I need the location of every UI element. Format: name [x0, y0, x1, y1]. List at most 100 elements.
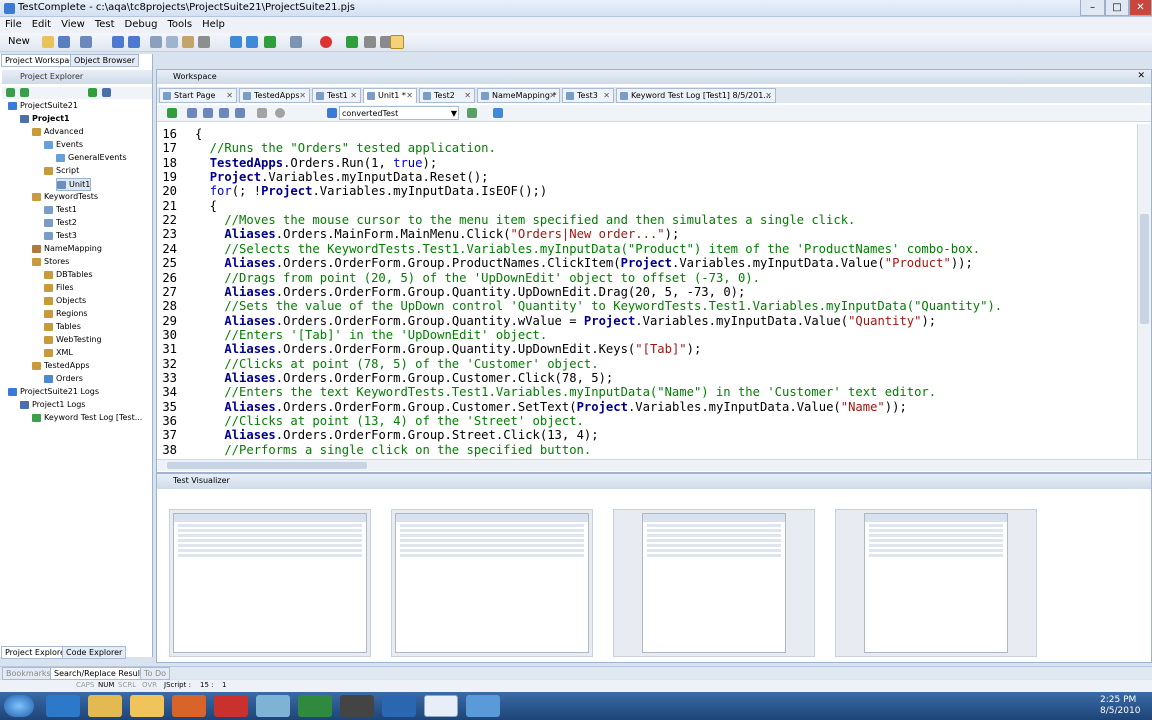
code-line[interactable]: //Runs the "Orders" tested application. — [195, 141, 496, 155]
run-test-icon[interactable] — [88, 88, 97, 97]
tab-bookmarks[interactable]: Bookmarks — [2, 667, 55, 680]
editor-tab[interactable]: Start Page ✕ — [159, 88, 237, 103]
code-editor[interactable]: 16 {17 //Runs the "Orders" tested applica… — [157, 124, 1135, 459]
copy-icon[interactable] — [166, 36, 178, 48]
testcomplete-icon[interactable] — [466, 695, 500, 717]
ie-icon[interactable] — [46, 695, 80, 717]
tree-node[interactable]: Advanced — [32, 126, 84, 137]
code-line[interactable]: //Clicks at point (78, 5) of the 'Custom… — [195, 357, 598, 371]
tab-code-explorer[interactable]: Code Explorer — [62, 646, 127, 659]
tree-node[interactable]: Tables — [44, 321, 81, 332]
tree-node[interactable]: DBTables — [44, 269, 93, 280]
tree-node[interactable]: Stores — [32, 256, 69, 267]
tree-node[interactable]: Test3 — [44, 230, 77, 241]
play-icon[interactable] — [346, 36, 358, 48]
tree-node[interactable]: NameMapping — [32, 243, 102, 254]
tree-node[interactable]: WebTesting — [44, 334, 102, 345]
chevron-down-icon[interactable]: ▼ — [451, 107, 457, 120]
close-icon[interactable]: ✕ — [299, 89, 306, 102]
tree-node[interactable]: Test2 — [44, 217, 77, 228]
editor-tab[interactable]: Test3 ✕ — [562, 88, 614, 103]
tree-node[interactable]: Regions — [44, 308, 88, 319]
media-icon[interactable] — [214, 695, 248, 717]
code-line[interactable]: //Performs a single click on the specifi… — [195, 443, 591, 457]
save-all-icon[interactable] — [80, 36, 92, 48]
open-icon[interactable] — [42, 36, 54, 48]
code-line[interactable]: { — [195, 127, 202, 141]
tree-node[interactable]: Project1 — [20, 113, 70, 124]
visualizer-icon[interactable] — [390, 35, 404, 49]
menu-item-tools[interactable]: Tools — [162, 18, 197, 31]
menu-item-help[interactable]: Help — [197, 18, 230, 31]
editor-tab[interactable]: Keyword Test Log [Test1] 8/5/201... ✕ — [616, 88, 776, 103]
editor-tab[interactable]: Test1 ✕ — [312, 88, 361, 103]
code-line[interactable]: Aliases.Orders.OrderForm.Group.ProductNa… — [195, 256, 972, 270]
hscroll-thumb[interactable] — [167, 462, 367, 469]
goto-routine-icon[interactable] — [493, 108, 503, 118]
code-line[interactable]: Aliases.Orders.MainForm.MainMenu.Click("… — [195, 227, 679, 241]
tab-to-do[interactable]: To Do — [140, 667, 171, 680]
horizontal-scrollbar[interactable] — [157, 459, 1151, 471]
window-icon[interactable] — [424, 695, 458, 717]
options-icon[interactable] — [290, 36, 302, 48]
menu-item-debug[interactable]: Debug — [120, 18, 163, 31]
visualizer-frame-3[interactable] — [613, 509, 815, 657]
code-line[interactable]: //Clicks at point (13, 4) of the 'Street… — [195, 414, 584, 428]
visualizer-frame-4[interactable] — [835, 509, 1037, 657]
menu-item-file[interactable]: File — [0, 18, 27, 31]
editor-tab[interactable]: TestedApps ✕ — [239, 88, 310, 103]
terminal-icon[interactable] — [340, 695, 374, 717]
breakpoint-icon[interactable] — [275, 108, 285, 118]
close-icon[interactable]: ✕ — [406, 89, 413, 103]
code-line[interactable]: Aliases.Orders.OrderForm.Group.Customer.… — [195, 371, 613, 385]
tree-node[interactable]: Project1 Logs — [20, 399, 85, 410]
tab-search-replace-results[interactable]: Search/Replace Results — [50, 667, 152, 680]
tree-node[interactable]: Script — [44, 165, 79, 176]
code-line[interactable]: Aliases.Orders.OrderForm.Group.Street.Cl… — [195, 428, 598, 442]
menu-item-test[interactable]: Test — [90, 18, 120, 31]
uncomment-icon[interactable] — [235, 108, 245, 118]
editor-tab[interactable]: Test2 ✕ — [419, 88, 475, 103]
outlook-icon[interactable] — [130, 695, 164, 717]
cut-icon[interactable] — [150, 36, 162, 48]
paste-icon[interactable] — [182, 36, 194, 48]
redo-icon[interactable] — [128, 36, 140, 48]
tree-node[interactable]: Events — [44, 139, 83, 150]
new-button[interactable]: New — [8, 36, 30, 47]
undo-icon[interactable] — [112, 36, 124, 48]
back-icon[interactable] — [6, 88, 15, 97]
find-icon[interactable] — [230, 36, 242, 48]
stop-test-icon[interactable] — [102, 88, 111, 97]
visualizer-frame-2[interactable] — [391, 509, 593, 657]
tree-node[interactable]: ProjectSuite21 Logs — [8, 386, 99, 397]
comment-icon[interactable] — [219, 108, 229, 118]
maximize-button[interactable]: □ — [1105, 0, 1129, 16]
routine-selector[interactable]: convertedTest ▼ — [339, 106, 459, 120]
editor-tab[interactable]: NameMapping * ✕ — [477, 88, 560, 103]
start-button[interactable] — [4, 695, 34, 717]
menu-item-view[interactable]: View — [56, 18, 90, 31]
editor-tab[interactable]: Unit1 * ✕ — [363, 88, 417, 103]
code-line[interactable]: { — [195, 199, 217, 213]
close-icon[interactable]: ✕ — [226, 89, 233, 102]
vertical-scrollbar[interactable] — [1137, 124, 1151, 459]
code-line[interactable]: TestedApps.Orders.Run(1, true); — [195, 156, 437, 170]
tree-node[interactable]: Unit1 — [56, 178, 92, 191]
code-line[interactable]: //Moves the mouse cursor to the menu ite… — [195, 213, 855, 227]
tree-node[interactable]: TestedApps — [32, 360, 90, 371]
tree-node[interactable]: Keyword Test Log [Test... — [32, 412, 142, 423]
code-line[interactable]: //Selects the KeywordTests.Test1.Variabl… — [195, 242, 980, 256]
tree-node[interactable]: ProjectSuite21 — [8, 100, 78, 111]
tree-node[interactable]: KeywordTests — [32, 191, 98, 202]
code-line[interactable]: for(; !Project.Variables.myInputData.IsE… — [195, 184, 548, 198]
close-icon[interactable]: ✕ — [464, 89, 471, 102]
close-icon[interactable]: ✕ — [603, 89, 610, 102]
tree-node[interactable]: GeneralEvents — [56, 152, 127, 163]
outdent-icon[interactable] — [203, 108, 213, 118]
code-line[interactable]: Project.Variables.myInputData.Reset(); — [195, 170, 489, 184]
tab-object-browser[interactable]: Object Browser — [70, 54, 140, 67]
code-line[interactable]: //Drags from point (20, 5) of the 'UpDow… — [195, 271, 760, 285]
tree-node[interactable]: Objects — [44, 295, 86, 306]
excel-icon[interactable] — [298, 695, 332, 717]
record-icon[interactable] — [320, 36, 332, 48]
